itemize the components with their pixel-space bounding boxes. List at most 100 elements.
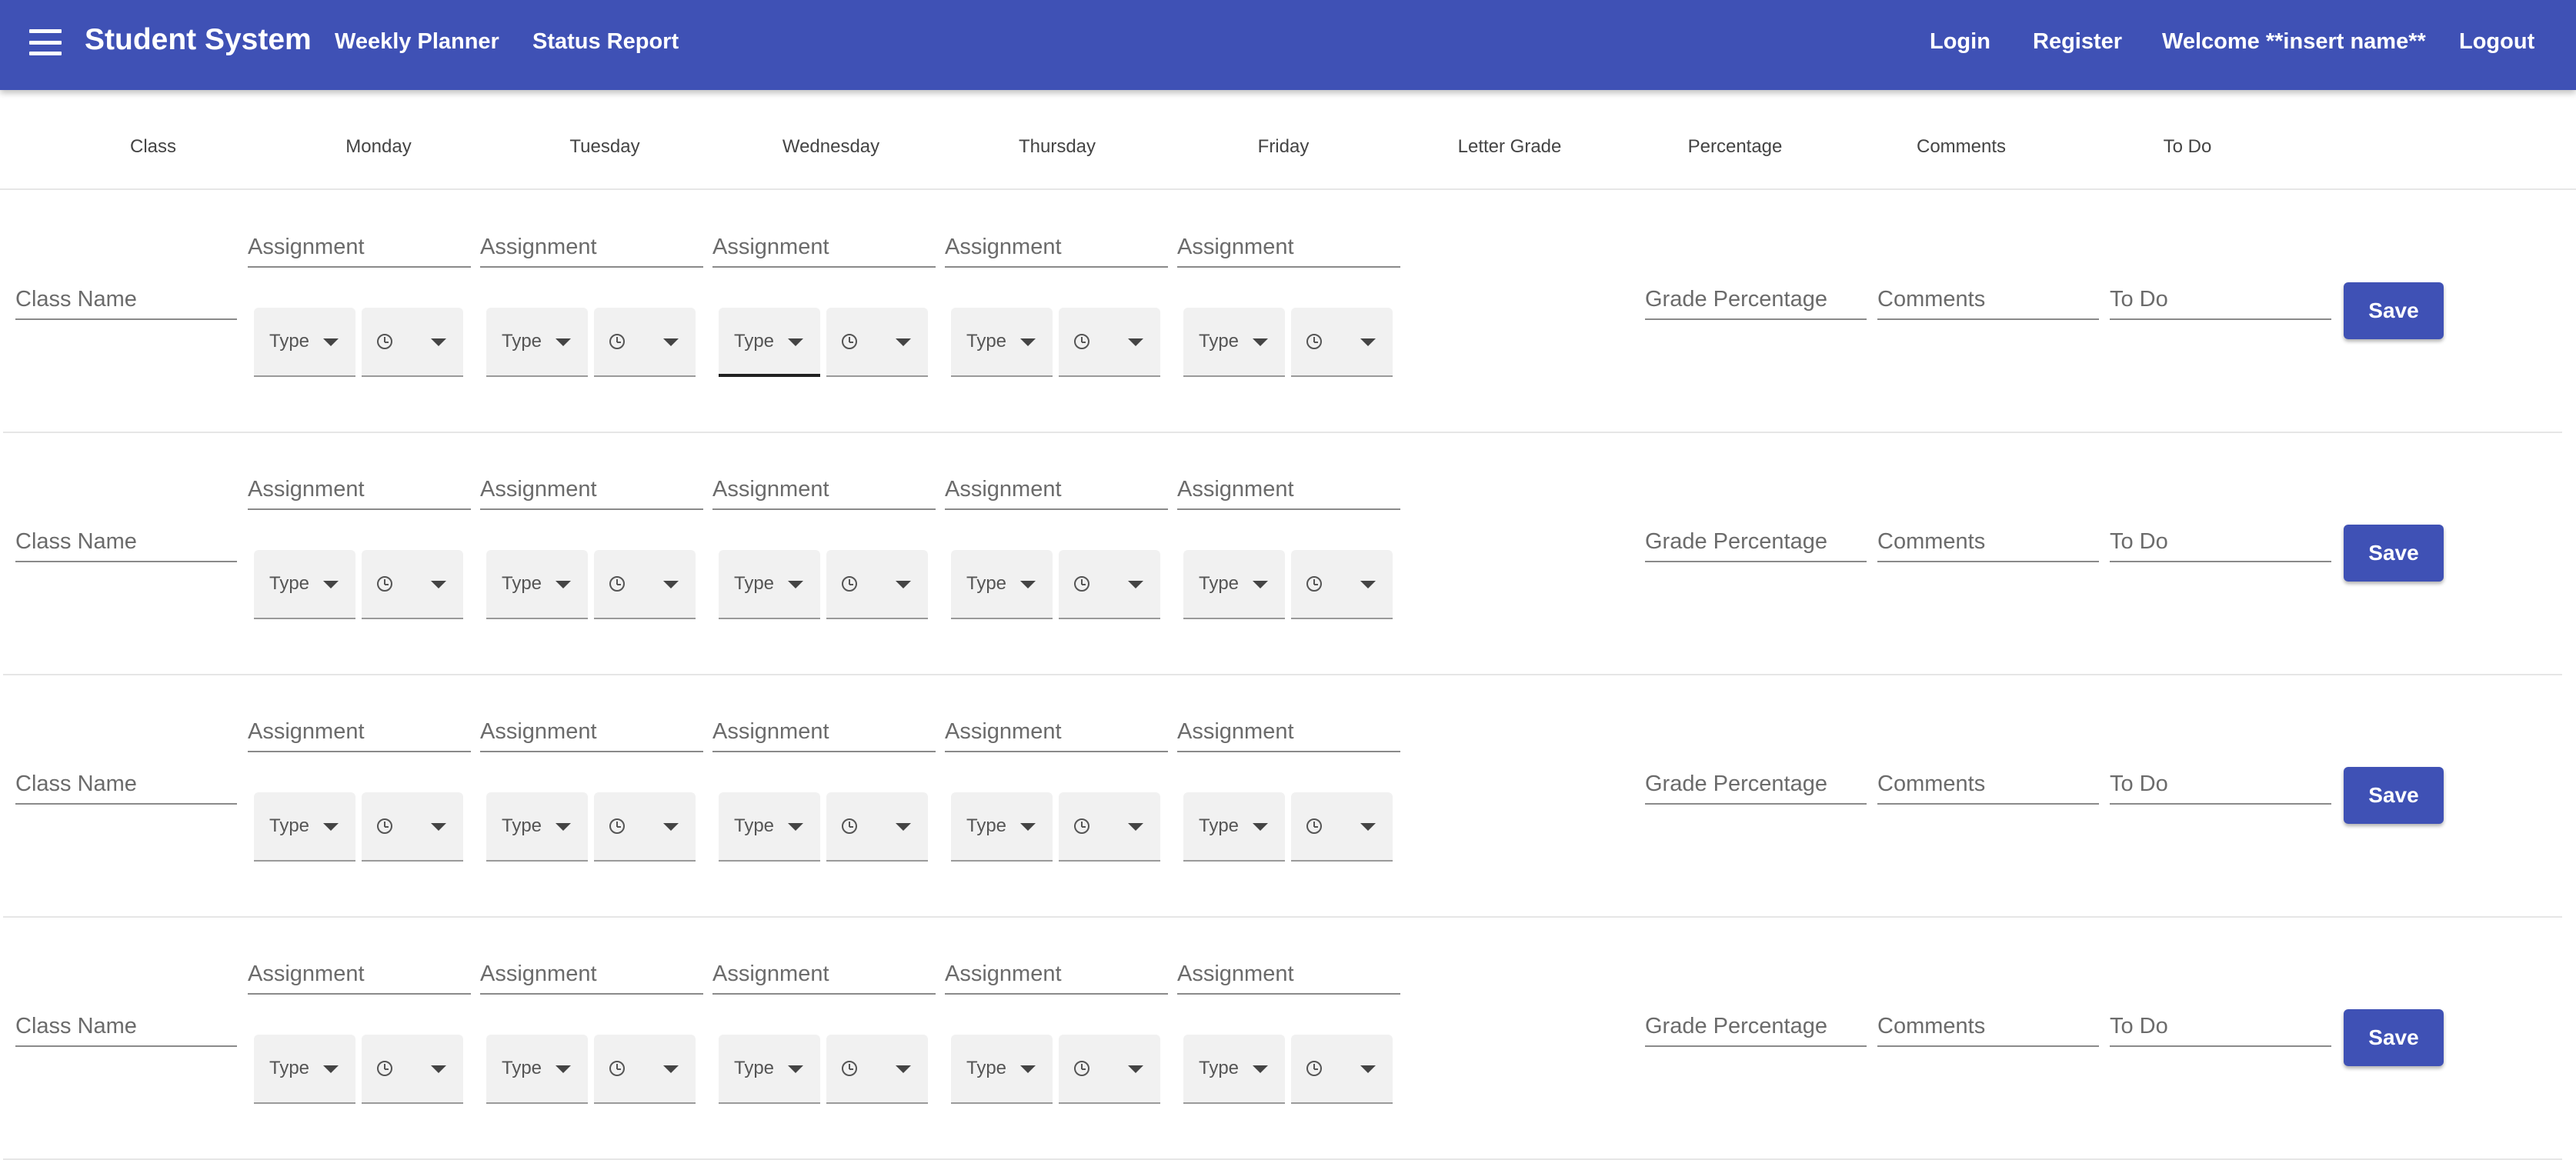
comments-field[interactable]: Comments (1877, 1012, 2099, 1047)
friday-time-select[interactable] (1291, 308, 1393, 377)
comments-field[interactable]: Comments (1877, 769, 2099, 805)
tuesday-time-select[interactable] (594, 792, 696, 862)
class-name-field[interactable]: Class Name (15, 527, 237, 562)
to-do-field[interactable]: To Do (2110, 527, 2331, 562)
tuesday-assignment-field[interactable]: Assignment (480, 232, 703, 268)
grade-percentage-field[interactable]: Grade Percentage (1645, 527, 1867, 562)
monday-type-select[interactable]: Type (254, 550, 355, 619)
friday-assignment-field[interactable]: Assignment (1177, 717, 1400, 752)
nav-logout[interactable]: Logout (2459, 29, 2534, 55)
wednesday-assignment-field[interactable]: Assignment (712, 475, 936, 510)
to-do-field[interactable]: To Do (2110, 769, 2331, 805)
friday-type-select[interactable]: Type (1183, 792, 1285, 862)
monday-assignment-field[interactable]: Assignment (248, 717, 471, 752)
wednesday-assignment-field[interactable]: Assignment (712, 717, 936, 752)
comments-field[interactable]: Comments (1877, 285, 2099, 320)
wednesday-time-select[interactable] (826, 308, 928, 377)
thursday-type-select[interactable]: Type (951, 792, 1053, 862)
comments-field[interactable]: Comments (1877, 527, 2099, 562)
monday-type-select[interactable]: Type (254, 792, 355, 862)
nav-register[interactable]: Register (2033, 29, 2122, 55)
thursday-time-select[interactable] (1059, 550, 1160, 619)
wednesday-assignment-field-placeholder: Assignment (712, 235, 829, 259)
class-name-field[interactable]: Class Name (15, 769, 237, 805)
tuesday-type-select[interactable]: Type (486, 550, 588, 619)
grade-percentage-field[interactable]: Grade Percentage (1645, 285, 1867, 320)
monday-time-select[interactable] (362, 792, 463, 862)
wednesday-type-select[interactable]: Type (719, 792, 820, 862)
tuesday-type-select[interactable]: Type (486, 308, 588, 377)
tuesday-assignment-field[interactable]: Assignment (480, 717, 703, 752)
monday-time-select[interactable] (362, 1035, 463, 1104)
menu-icon[interactable] (29, 29, 62, 55)
thursday-time-select[interactable] (1059, 308, 1160, 377)
caret-down-icon (663, 823, 679, 831)
wednesday-assignment-field[interactable]: Assignment (712, 232, 936, 268)
friday-type-select[interactable]: Type (1183, 1035, 1285, 1104)
thursday-type-select[interactable]: Type (951, 550, 1053, 619)
class-name-field-placeholder: Class Name (15, 1014, 137, 1038)
monday-assignment-field[interactable]: Assignment (248, 475, 471, 510)
thursday-assignment-field[interactable]: Assignment (945, 232, 1168, 268)
thursday-type-select[interactable]: Type (951, 1035, 1053, 1104)
thursday-time-select[interactable] (1059, 1035, 1160, 1104)
monday-assignment-field[interactable]: Assignment (248, 959, 471, 995)
type-label: Type (966, 815, 1007, 836)
monday-type-select[interactable]: Type (254, 308, 355, 377)
friday-time-select[interactable] (1291, 792, 1393, 862)
caret-down-icon (556, 338, 571, 346)
tuesday-assignment-field[interactable]: Assignment (480, 475, 703, 510)
thursday-time-select[interactable] (1059, 792, 1160, 862)
tuesday-type-select[interactable]: Type (486, 792, 588, 862)
save-button[interactable]: Save (2344, 767, 2444, 824)
friday-assignment-field[interactable]: Assignment (1177, 475, 1400, 510)
monday-assignment-field-placeholder: Assignment (248, 235, 365, 259)
tuesday-time-select[interactable] (594, 550, 696, 619)
friday-assignment-field[interactable]: Assignment (1177, 232, 1400, 268)
to-do-field[interactable]: To Do (2110, 285, 2331, 320)
clock-icon (842, 334, 857, 349)
nav-status-report[interactable]: Status Report (532, 29, 679, 55)
class-name-field[interactable]: Class Name (15, 285, 237, 320)
comments-field-placeholder: Comments (1877, 772, 1986, 796)
thursday-assignment-field[interactable]: Assignment (945, 959, 1168, 995)
friday-assignment-field[interactable]: Assignment (1177, 959, 1400, 995)
nav-login[interactable]: Login (1930, 29, 1990, 55)
caret-down-icon (1253, 581, 1268, 588)
wednesday-assignment-field[interactable]: Assignment (712, 959, 936, 995)
to-do-field[interactable]: To Do (2110, 1012, 2331, 1047)
monday-assignment-field[interactable]: Assignment (248, 232, 471, 268)
thursday-assignment-field-placeholder: Assignment (945, 719, 1062, 744)
header-wednesday: Wednesday (782, 136, 880, 157)
grade-percentage-field[interactable]: Grade Percentage (1645, 769, 1867, 805)
tuesday-assignment-field[interactable]: Assignment (480, 959, 703, 995)
monday-time-select[interactable] (362, 308, 463, 377)
class-name-field[interactable]: Class Name (15, 1012, 237, 1047)
save-button[interactable]: Save (2344, 525, 2444, 582)
grade-percentage-field-placeholder: Grade Percentage (1645, 529, 1827, 554)
grade-percentage-field[interactable]: Grade Percentage (1645, 1012, 1867, 1047)
friday-type-select[interactable]: Type (1183, 550, 1285, 619)
tuesday-time-select[interactable] (594, 308, 696, 377)
caret-down-icon (1360, 823, 1376, 831)
thursday-assignment-field[interactable]: Assignment (945, 475, 1168, 510)
nav-weekly-planner[interactable]: Weekly Planner (335, 29, 499, 55)
friday-time-select[interactable] (1291, 1035, 1393, 1104)
wednesday-time-select[interactable] (826, 792, 928, 862)
friday-type-select[interactable]: Type (1183, 308, 1285, 377)
wednesday-time-select[interactable] (826, 550, 928, 619)
thursday-assignment-field[interactable]: Assignment (945, 717, 1168, 752)
wednesday-type-select[interactable]: Type (719, 308, 820, 377)
tuesday-type-select[interactable]: Type (486, 1035, 588, 1104)
wednesday-type-select[interactable]: Type (719, 550, 820, 619)
save-button[interactable]: Save (2344, 282, 2444, 339)
wednesday-time-select[interactable] (826, 1035, 928, 1104)
monday-type-select[interactable]: Type (254, 1035, 355, 1104)
save-button[interactable]: Save (2344, 1009, 2444, 1066)
friday-time-select[interactable] (1291, 550, 1393, 619)
wednesday-type-select[interactable]: Type (719, 1035, 820, 1104)
tuesday-time-select[interactable] (594, 1035, 696, 1104)
monday-time-select[interactable] (362, 550, 463, 619)
monday-assignment-field-placeholder: Assignment (248, 719, 365, 744)
thursday-type-select[interactable]: Type (951, 308, 1053, 377)
